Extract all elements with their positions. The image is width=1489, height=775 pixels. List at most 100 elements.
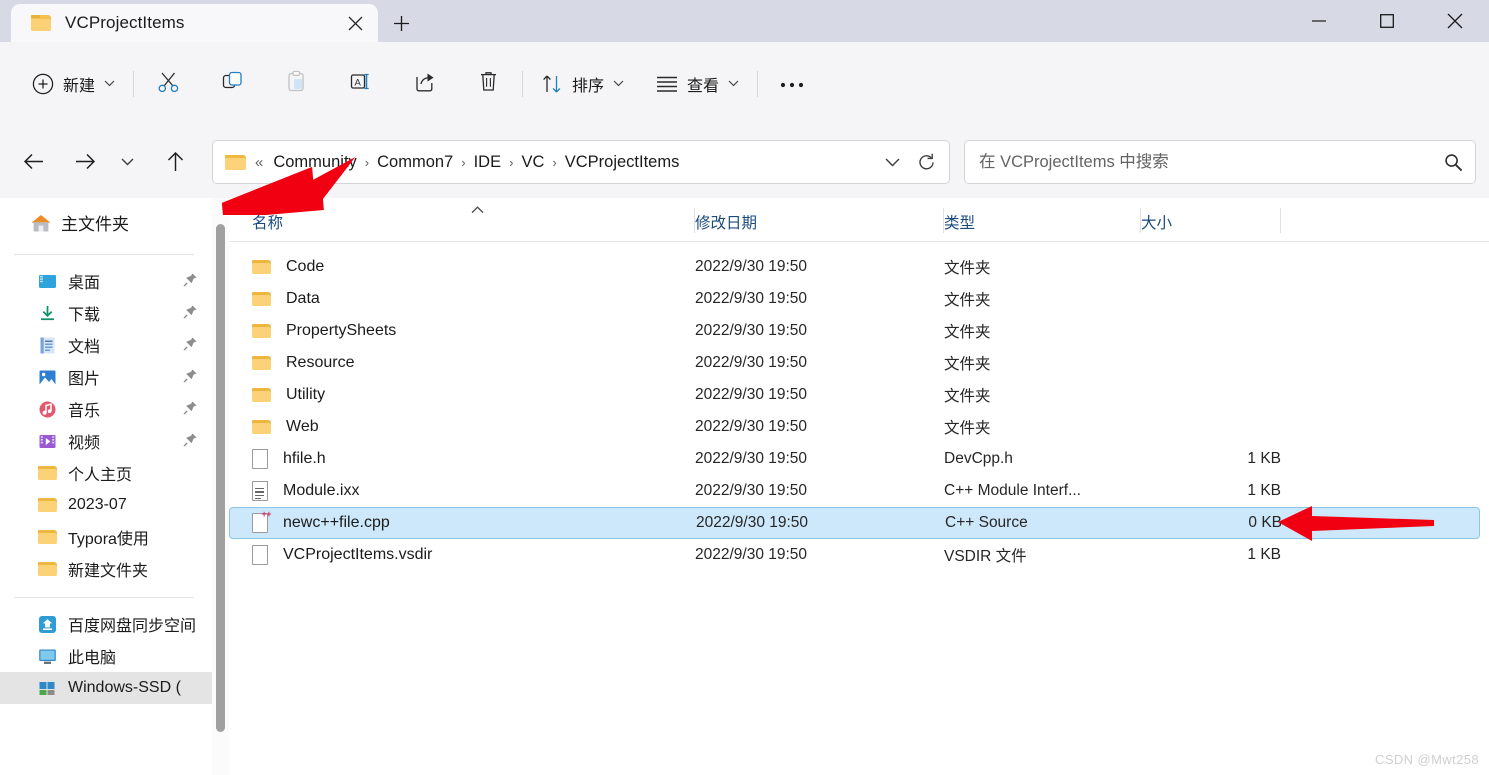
sidebar-item-2023-07[interactable]: 2023-07 <box>0 489 212 521</box>
file-name-cell: Code <box>229 258 695 276</box>
more-options-button[interactable] <box>767 62 817 106</box>
search-box[interactable] <box>964 140 1476 184</box>
recent-locations-button[interactable] <box>112 143 142 181</box>
sidebar-item-personal-home[interactable]: 个人主页 <box>0 457 212 489</box>
table-row[interactable]: VCProjectItems.vsdir 2022/9/30 19:50 VSD… <box>229 539 1480 571</box>
file-cpp-icon: ++ <box>252 510 271 533</box>
close-icon[interactable] <box>1421 0 1489 42</box>
back-button[interactable] <box>14 143 52 181</box>
rename-icon: A <box>349 70 372 98</box>
view-list-icon <box>656 75 678 93</box>
pin-icon[interactable] <box>183 336 198 356</box>
table-row[interactable]: Utility 2022/9/30 19:50 文件夹 <box>229 379 1480 411</box>
sidebar-item-label: 新建文件夹 <box>68 563 149 580</box>
tab-vcprojectitems[interactable]: VCProjectItems <box>11 4 378 42</box>
pin-icon[interactable] <box>183 368 198 388</box>
sidebar-item-typora[interactable]: Typora使用 <box>0 521 212 553</box>
file-name-cell: hfile.h <box>229 449 695 469</box>
column-divider[interactable] <box>1280 208 1281 233</box>
column-header-name-label: 名称 <box>252 215 284 232</box>
view-button-label: 查看 <box>687 77 720 95</box>
breadcrumb-ide[interactable]: IDE <box>469 150 507 175</box>
search-icon[interactable] <box>1444 153 1463 172</box>
chevron-down-icon <box>728 80 739 87</box>
table-row-selected[interactable]: ++ newc++file.cpp 2022/9/30 19:50 C++ So… <box>229 507 1480 539</box>
breadcrumb-community[interactable]: Community <box>268 150 361 175</box>
paste-icon <box>285 70 308 98</box>
file-date: 2022/9/30 19:50 <box>695 290 808 307</box>
sidebar-scrollbar-thumb[interactable] <box>216 224 225 732</box>
sidebar-item-videos[interactable]: 视频 <box>0 425 212 457</box>
column-header-size[interactable]: 大小 <box>1141 198 1281 241</box>
pictures-icon <box>38 368 57 387</box>
refresh-icon[interactable] <box>909 145 943 179</box>
breadcrumb-vcprojectitems[interactable]: VCProjectItems <box>560 150 685 175</box>
breadcrumb-vc[interactable]: VC <box>516 150 549 175</box>
minimize-icon[interactable] <box>1285 0 1353 42</box>
paste-button[interactable] <box>271 62 321 106</box>
maximize-icon[interactable] <box>1353 0 1421 42</box>
sidebar-item-label: 百度网盘同步空间 <box>68 618 197 635</box>
file-size: 1 KB <box>1247 482 1281 499</box>
share-button[interactable] <box>399 62 449 106</box>
command-bar: 新建 A 排序 查看 <box>0 42 1489 125</box>
file-rows: Code 2022/9/30 19:50 文件夹 Data 2022/9/30 … <box>229 242 1489 571</box>
table-row[interactable]: Resource 2022/9/30 19:50 文件夹 <box>229 347 1480 379</box>
table-row[interactable]: Code 2022/9/30 19:50 文件夹 <box>229 251 1480 283</box>
sidebar-item-baidu-netdisk[interactable]: 百度网盘同步空间 <box>0 608 212 640</box>
breadcrumb-common7[interactable]: Common7 <box>372 150 458 175</box>
sort-button[interactable]: 排序 <box>532 62 633 106</box>
search-input[interactable] <box>979 152 1444 172</box>
column-header-type[interactable]: 类型 <box>944 198 1141 241</box>
delete-button[interactable] <box>463 62 513 106</box>
sidebar-item-music[interactable]: 音乐 <box>0 393 212 425</box>
sidebar-item-home[interactable]: 主文件夹 <box>0 202 212 242</box>
file-type: VSDIR 文件 <box>944 548 1027 565</box>
sidebar-item-label: 视频 <box>68 435 101 452</box>
sidebar-item-label: 图片 <box>68 371 101 388</box>
file-text-icon <box>252 481 268 501</box>
rename-button[interactable]: A <box>335 62 385 106</box>
file-type: 文件夹 <box>944 324 991 341</box>
folder-icon <box>38 497 57 513</box>
close-icon[interactable] <box>340 8 370 38</box>
sidebar-item-windows-ssd[interactable]: Windows-SSD ( <box>0 672 212 704</box>
sidebar-item-new-folder[interactable]: 新建文件夹 <box>0 553 212 585</box>
chevron-down-icon[interactable] <box>875 145 909 179</box>
file-date: 2022/9/30 19:50 <box>695 354 808 371</box>
folder-icon <box>252 419 271 435</box>
column-header-name[interactable]: 名称 <box>229 198 695 241</box>
file-date: 2022/9/30 19:50 <box>695 386 808 403</box>
sidebar-item-label: Typora使用 <box>68 531 149 548</box>
up-button[interactable] <box>156 143 194 181</box>
breadcrumb-overflow-icon[interactable]: « <box>255 154 263 171</box>
folder-icon <box>252 387 271 403</box>
view-button[interactable]: 查看 <box>647 62 748 106</box>
music-icon <box>38 400 57 419</box>
sidebar-item-pictures[interactable]: 图片 <box>0 361 212 393</box>
column-header-date[interactable]: 修改日期 <box>695 198 944 241</box>
new-button[interactable]: 新建 <box>23 62 124 106</box>
breadcrumb-separator: › <box>461 154 466 170</box>
sidebar-item-documents[interactable]: 文档 <box>0 329 212 361</box>
file-name-cell: Web <box>229 418 695 436</box>
table-row[interactable]: Data 2022/9/30 19:50 文件夹 <box>229 283 1480 315</box>
copy-button[interactable] <box>207 62 257 106</box>
column-header-size-label: 大小 <box>1141 215 1173 232</box>
table-row[interactable]: PropertySheets 2022/9/30 19:50 文件夹 <box>229 315 1480 347</box>
sidebar-item-desktop[interactable]: 桌面 <box>0 265 212 297</box>
pin-icon[interactable] <box>183 304 198 324</box>
new-tab-button[interactable] <box>378 4 424 42</box>
cut-button[interactable] <box>143 62 193 106</box>
pin-icon[interactable] <box>183 432 198 452</box>
table-row[interactable]: hfile.h 2022/9/30 19:50 DevCpp.h 1 KB <box>229 443 1480 475</box>
forward-button[interactable] <box>66 143 104 181</box>
table-row[interactable]: Module.ixx 2022/9/30 19:50 C++ Module In… <box>229 475 1480 507</box>
pin-icon[interactable] <box>183 272 198 292</box>
table-row[interactable]: Web 2022/9/30 19:50 文件夹 <box>229 411 1480 443</box>
sidebar-item-this-pc[interactable]: 此电脑 <box>0 640 212 672</box>
pin-icon[interactable] <box>183 400 198 420</box>
sidebar-item-downloads[interactable]: 下载 <box>0 297 212 329</box>
desktop-icon <box>38 272 57 291</box>
address-bar[interactable]: « Community › Common7 › IDE › VC › VCPro… <box>212 140 950 184</box>
